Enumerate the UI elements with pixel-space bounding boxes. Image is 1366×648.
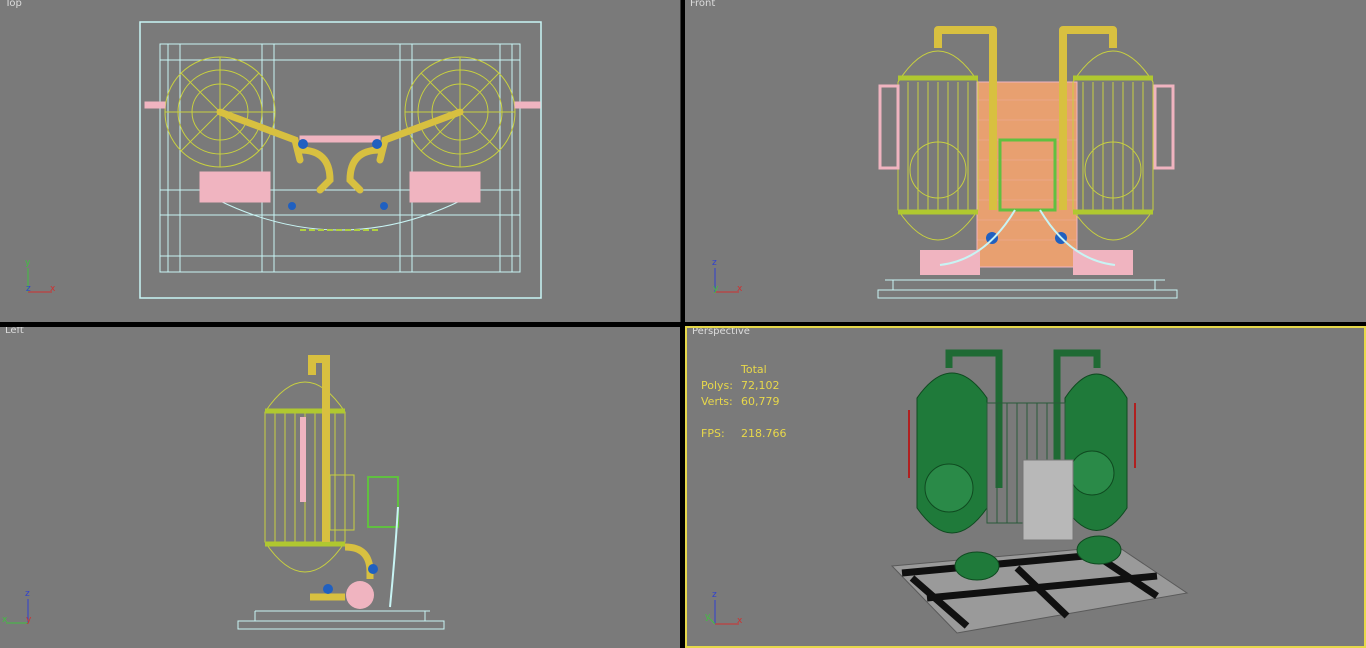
stats-fps-label: FPS: <box>701 427 725 440</box>
stats-header: Total <box>741 363 767 376</box>
front-tank-right <box>1072 50 1154 241</box>
axis-label-z: z <box>26 284 31 294</box>
axis-label-x: x <box>737 616 743 626</box>
viewport-label-perspective[interactable]: Perspective <box>692 328 750 337</box>
left-view-wireframe <box>237 355 445 630</box>
front-tank-left <box>897 50 979 241</box>
axis-label-y: y <box>25 258 31 268</box>
viewport-label-top[interactable]: Top <box>5 0 22 9</box>
axis-label-z: z <box>712 590 717 600</box>
axis-gizmo-perspective: z y x <box>705 590 745 630</box>
persp-tank-right <box>1064 373 1128 531</box>
stats-overlay: Total Polys: 72,102 Verts: 60,779 FPS: 2… <box>701 362 821 442</box>
viewport-label-front[interactable]: Front <box>690 0 715 9</box>
stats-polys-label: Polys: <box>701 379 733 392</box>
stats-polys-value: 72,102 <box>741 379 780 392</box>
viewport-top[interactable]: Top y z x <box>0 0 681 322</box>
axis-gizmo-left: z x y <box>2 589 42 629</box>
stats-verts-value: 60,779 <box>741 395 780 408</box>
axis-label-x: x <box>50 284 56 294</box>
axis-label-y: y <box>26 615 32 625</box>
axis-label-z: z <box>25 589 30 599</box>
viewport-left[interactable]: Left z x y <box>0 327 680 648</box>
stats-verts-label: Verts: <box>701 395 733 408</box>
top-view-wireframe <box>139 21 542 299</box>
stats-fps-value: 218.766 <box>741 427 787 440</box>
axis-label-x: x <box>737 284 743 294</box>
axis-label-z: z <box>712 258 717 268</box>
axis-gizmo-top: y z x <box>20 258 60 298</box>
axis-label-y: y <box>713 284 719 294</box>
axis-label-x: x <box>2 615 8 625</box>
persp-tank-left <box>916 372 988 534</box>
viewport-label-left[interactable]: Left <box>5 327 24 336</box>
viewport-perspective[interactable]: Perspective Total Polys: 72,102 Verts: 6… <box>685 326 1366 648</box>
axis-label-y: y <box>705 612 711 622</box>
front-view-wireframe <box>877 26 1178 299</box>
axis-gizmo-front: z y x <box>707 258 747 298</box>
viewport-front[interactable]: Front z y x <box>685 0 1366 322</box>
